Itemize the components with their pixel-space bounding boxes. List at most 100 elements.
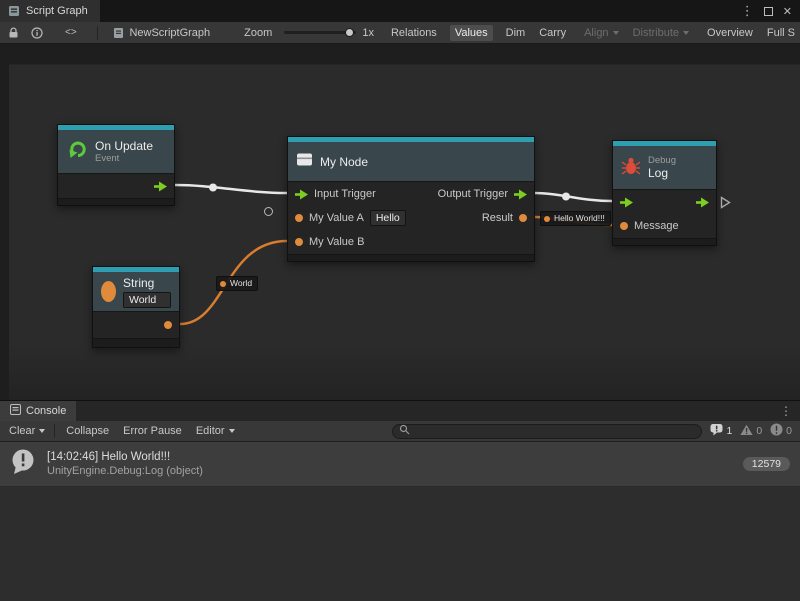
unconnected-port-indicator[interactable]: [264, 207, 273, 216]
canvas-left-gutter: [0, 44, 9, 400]
full-screen-button[interactable]: Full S: [762, 25, 800, 41]
kebab-menu-icon[interactable]: ⋮: [741, 3, 754, 19]
tab-console[interactable]: Console: [0, 401, 76, 421]
info-count-toggle[interactable]: 1: [710, 423, 732, 439]
event-icon: [66, 138, 88, 165]
zoom-label: Zoom: [244, 27, 272, 39]
node-on-update[interactable]: On Update Event: [57, 124, 175, 206]
chevron-down-icon: [683, 31, 689, 35]
port-my-value-a[interactable]: My Value A: [309, 212, 364, 224]
log-info-bubble-icon: [10, 448, 37, 480]
code-view-icon[interactable]: <>: [65, 27, 77, 38]
value-port-icon[interactable]: [620, 222, 628, 230]
port-output-trigger[interactable]: Output Trigger: [438, 188, 508, 200]
port-my-value-b[interactable]: My Value B: [309, 236, 364, 248]
distribute-button[interactable]: Distribute: [628, 25, 694, 41]
flow-arrow-icon: [154, 181, 167, 192]
node-title: Log: [648, 166, 676, 180]
port-message[interactable]: Message: [634, 220, 679, 232]
script-graph-icon: [8, 5, 20, 17]
tab-script-graph[interactable]: Script Graph: [0, 0, 100, 22]
align-button[interactable]: Align: [579, 25, 623, 41]
lock-icon[interactable]: [8, 27, 19, 39]
wire-value-hello-world: Hello World!!!: [540, 211, 611, 226]
string-value-input[interactable]: World: [123, 292, 171, 308]
node-string[interactable]: String World: [92, 266, 180, 348]
search-icon: [399, 424, 410, 438]
tab-title: Script Graph: [26, 5, 88, 17]
value-dot-icon: [220, 281, 226, 287]
warning-count-toggle[interactable]: 0: [740, 424, 762, 439]
console-icon: [10, 404, 21, 418]
maximize-icon[interactable]: [764, 7, 773, 16]
search-input[interactable]: [414, 426, 695, 437]
my-value-a-input[interactable]: Hello: [370, 210, 406, 226]
info-icon[interactable]: [31, 27, 43, 39]
zoom-value: 1x: [362, 27, 374, 39]
flow-arrow-icon[interactable]: [620, 197, 633, 208]
value-port-icon[interactable]: [164, 321, 172, 329]
zoom-slider[interactable]: [284, 31, 356, 34]
unit-icon: [296, 151, 313, 173]
values-button[interactable]: Values: [450, 25, 493, 41]
window-titlebar: Script Graph ⋮ ✕: [0, 0, 800, 22]
error-pause-button[interactable]: Error Pause: [118, 423, 187, 439]
node-category: Debug: [648, 155, 676, 166]
wire-onupdate-to-mynode[interactable]: [175, 185, 287, 193]
console-log-list: [14:02:46] Hello World!!! UnityEngine.De…: [0, 442, 800, 601]
error-count-toggle[interactable]: 0: [770, 423, 792, 439]
align-label: Align: [584, 27, 608, 39]
flow-arrow-icon[interactable]: [696, 197, 709, 208]
distribute-label: Distribute: [633, 27, 679, 39]
graph-name[interactable]: NewScriptGraph: [129, 27, 210, 39]
console-tabbar: Console ⋮: [0, 401, 800, 421]
overview-button[interactable]: Overview: [702, 25, 758, 41]
port-result[interactable]: Result: [482, 212, 513, 224]
string-literal-icon: [101, 281, 116, 302]
kebab-menu-icon[interactable]: ⋮: [780, 404, 800, 418]
value-port-icon[interactable]: [519, 214, 527, 222]
node-title: On Update: [95, 139, 153, 153]
port-input-trigger[interactable]: Input Trigger: [314, 188, 376, 200]
console-toolbar: Clear Collapse Error Pause Editor 1: [0, 421, 800, 442]
node-debug-log[interactable]: Debug Log Message: [612, 140, 717, 246]
node-my-node[interactable]: My Node Input Trigger Output Trigger My …: [287, 136, 535, 262]
collapse-button[interactable]: Collapse: [61, 423, 114, 439]
console-panel: Console ⋮ Clear Collapse Error Pause Edi…: [0, 400, 800, 600]
chevron-down-icon: [229, 429, 235, 433]
graph-toolbar: <> NewScriptGraph Zoom 1x Relations Valu…: [0, 22, 800, 44]
editor-label: Editor: [196, 425, 225, 437]
unity-editor-window: Script Graph ⋮ ✕ <> NewScriptGraph Zoom …: [0, 0, 800, 600]
collapse-count-badge: 12579: [743, 457, 790, 471]
dim-button[interactable]: Dim: [501, 25, 531, 41]
console-tab-label: Console: [26, 405, 66, 417]
zoom-slider-thumb[interactable]: [345, 28, 354, 37]
chevron-down-icon: [39, 429, 45, 433]
clear-label: Clear: [9, 425, 35, 437]
log-entry[interactable]: [14:02:46] Hello World!!! UnityEngine.De…: [0, 442, 800, 487]
value-port-icon[interactable]: [295, 214, 303, 222]
separator: [54, 424, 55, 438]
info-bubble-icon: [710, 423, 723, 439]
clear-button[interactable]: Clear: [4, 423, 50, 439]
value-port-icon[interactable]: [295, 238, 303, 246]
carry-button[interactable]: Carry: [534, 25, 571, 41]
node-title: String: [123, 276, 171, 290]
editor-dropdown[interactable]: Editor: [191, 423, 240, 439]
node-title: My Node: [320, 155, 368, 169]
bug-icon: [621, 156, 641, 180]
flow-arrow-icon[interactable]: [514, 189, 527, 200]
warning-count: 0: [756, 425, 762, 437]
graph-canvas[interactable]: World Hello World!!! On Update Event: [0, 44, 800, 400]
node-subtitle: Event: [95, 153, 153, 164]
close-icon[interactable]: ✕: [783, 5, 792, 18]
flow-arrow-icon[interactable]: [295, 189, 308, 200]
log-stacktrace: UnityEngine.Debug:Log (object): [47, 465, 203, 477]
error-count: 0: [786, 425, 792, 437]
console-search[interactable]: [392, 424, 702, 439]
relations-button[interactable]: Relations: [386, 25, 442, 41]
wire-value-text: Hello World!!!: [554, 213, 605, 223]
trigger-output-port[interactable]: [154, 181, 167, 192]
wire-value-text: World: [230, 278, 252, 288]
wire-mynode-to-debuglog[interactable]: [535, 193, 612, 201]
